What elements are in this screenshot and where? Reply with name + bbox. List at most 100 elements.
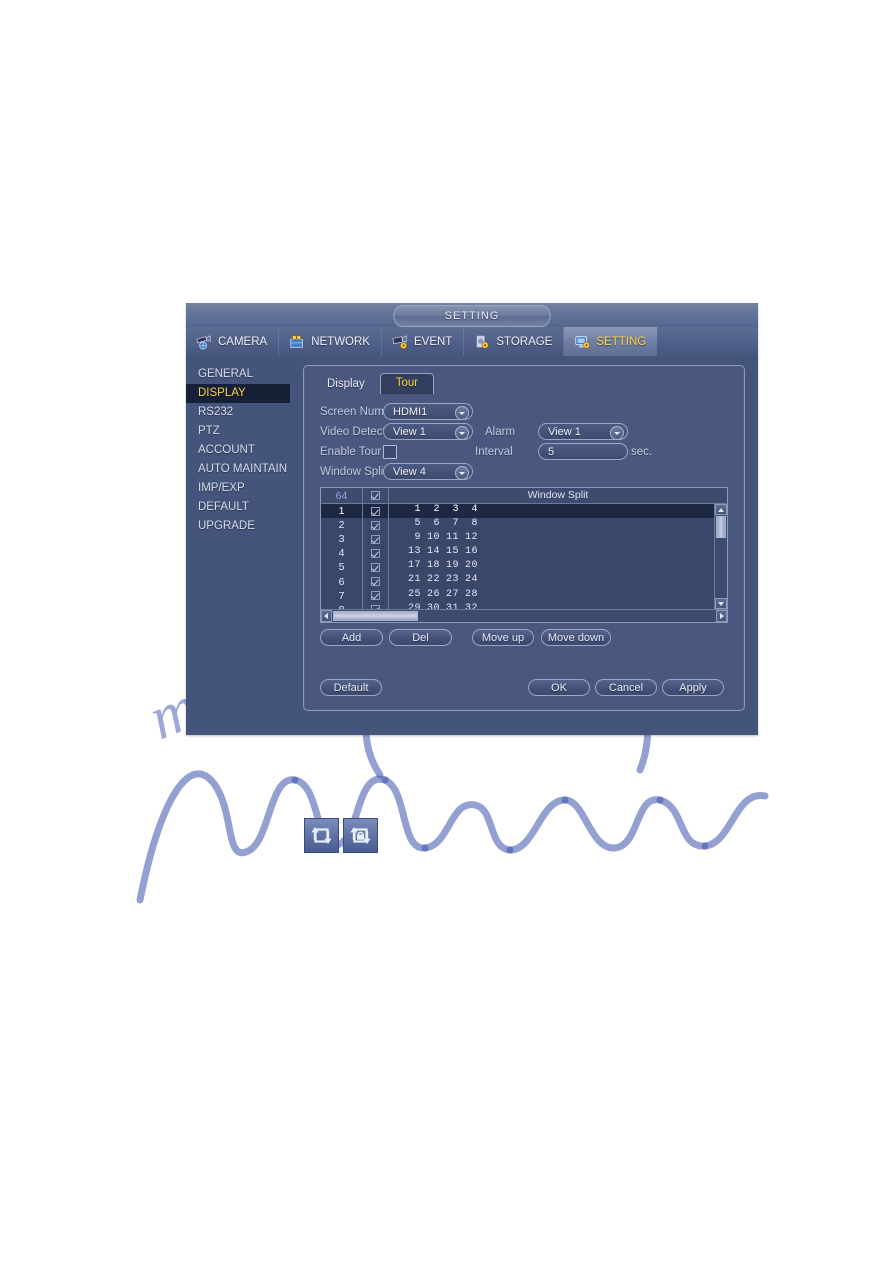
- tab-event[interactable]: EVENT: [382, 327, 465, 356]
- screen-num-select[interactable]: HDMI1: [383, 403, 473, 420]
- tab-setting[interactable]: SETTING: [564, 327, 658, 356]
- table-header-row: 64 Window Split: [321, 488, 727, 504]
- row-checkbox[interactable]: [362, 560, 389, 575]
- tab-event-label: EVENT: [413, 335, 453, 348]
- row-channels: 13 14 15 16: [407, 546, 478, 558]
- table-row[interactable]: 2 5678: [321, 518, 714, 533]
- row-channels: 25 26 27 28: [407, 588, 478, 600]
- table-row[interactable]: 6 21 22 23 24: [321, 574, 714, 589]
- move-up-button[interactable]: Move up: [472, 629, 534, 646]
- tab-storage-label: STORAGE: [496, 335, 553, 348]
- tour-locked-icon: [350, 827, 371, 844]
- row-channels: 17 18 19 20: [407, 560, 478, 572]
- tour-form: Screen Num HDMI1 Video Detect View 1 Ala…: [320, 402, 730, 482]
- row-number: 4: [338, 547, 345, 560]
- enable-tour-checkbox[interactable]: [383, 445, 397, 459]
- table-row[interactable]: 4 13 14 15 16: [321, 546, 714, 561]
- sidebar-item-default[interactable]: DEFAULT: [186, 498, 290, 517]
- tab-camera[interactable]: CAMERA: [186, 327, 280, 356]
- chevron-down-icon[interactable]: [455, 406, 469, 420]
- tab-network[interactable]: NETWORK: [279, 327, 382, 356]
- table-vertical-scrollbar[interactable]: [714, 504, 727, 609]
- scroll-right-arrow-icon[interactable]: [716, 610, 727, 622]
- main-tabstrip: CAMERA NETWORK EVENT STORAGE SETTING: [186, 327, 758, 356]
- horizontal-scroll-thumb[interactable]: [333, 611, 418, 621]
- scroll-down-arrow-icon[interactable]: [715, 598, 727, 609]
- checkmark-icon: [371, 506, 380, 516]
- table-row[interactable]: 5 17 18 19 20: [321, 560, 714, 575]
- row-screen-num: Screen Num HDMI1: [320, 402, 730, 422]
- window-split-select[interactable]: View 4: [383, 463, 473, 480]
- sidebar-item-display[interactable]: DISPLAY: [186, 384, 290, 403]
- ok-button[interactable]: OK: [528, 679, 590, 696]
- table-header-select-all[interactable]: [362, 488, 389, 503]
- inner-tabs: Display Tour: [312, 373, 435, 394]
- tab-storage[interactable]: STORAGE: [464, 327, 565, 356]
- sidebar-item-ptz[interactable]: PTZ: [186, 422, 290, 441]
- row-video-detect: Video Detect View 1 Alarm View 1: [320, 422, 730, 442]
- vertical-scroll-thumb[interactable]: [716, 516, 726, 538]
- alarm-label: Alarm: [485, 426, 516, 438]
- table-row[interactable]: 1 1234: [321, 504, 714, 519]
- default-button[interactable]: Default: [320, 679, 382, 696]
- video-detect-select[interactable]: View 1: [383, 423, 473, 440]
- screen-num-label: Screen Num: [320, 406, 384, 418]
- interval-input[interactable]: 5: [538, 443, 628, 460]
- chevron-down-icon[interactable]: [455, 466, 469, 480]
- network-icon: [290, 335, 303, 348]
- alarm-select[interactable]: View 1: [538, 423, 628, 440]
- sidebar-item-auto-maintain[interactable]: AUTO MAINTAIN: [186, 460, 290, 479]
- row-channels: 1234: [414, 504, 478, 515]
- row-enable-tour: Enable Tour Interval 5 sec.: [320, 442, 730, 462]
- row-checkbox[interactable]: [362, 518, 389, 533]
- row-channels: 9 10 11 12: [414, 532, 478, 544]
- cancel-button[interactable]: Cancel: [595, 679, 657, 696]
- sidebar-item-imp-exp[interactable]: IMP/EXP: [186, 479, 290, 498]
- sidebar-item-account[interactable]: ACCOUNT: [186, 441, 290, 460]
- setting-window: SETTING CAMERA NETWORK EVENT STORAGE SET…: [186, 303, 758, 735]
- table-body[interactable]: 1 1234 2 5678 3 9 10 11 12 4 13 14 15 16…: [321, 504, 714, 609]
- checkmark-icon: [371, 562, 380, 572]
- row-checkbox[interactable]: [362, 504, 389, 519]
- chevron-down-icon[interactable]: [455, 426, 469, 440]
- row-checkbox[interactable]: [362, 546, 389, 561]
- window-titlebar: SETTING: [186, 303, 758, 328]
- row-checkbox[interactable]: [362, 588, 389, 603]
- page-icon-row: [304, 818, 378, 853]
- tab-tour[interactable]: Tour: [379, 373, 435, 394]
- storage-icon: [476, 334, 489, 349]
- tab-camera-label: CAMERA: [218, 335, 268, 348]
- delete-button[interactable]: Del: [389, 629, 452, 646]
- table-row[interactable]: 3 9 10 11 12: [321, 532, 714, 547]
- sidebar-item-general[interactable]: GENERAL: [186, 365, 290, 384]
- window-split-table: 64 Window Split 1 1234 2 5678 3 9 10 11 …: [320, 487, 728, 623]
- tab-display[interactable]: Display: [312, 374, 380, 394]
- tab-setting-label: SETTING: [596, 335, 647, 348]
- scroll-up-arrow-icon[interactable]: [715, 504, 727, 515]
- row-number: 2: [338, 519, 345, 532]
- checkmark-icon: [371, 591, 380, 601]
- enable-tour-label: Enable Tour: [320, 446, 382, 458]
- tour-cycle-icon-box: [304, 818, 339, 853]
- interval-unit-label: sec.: [631, 446, 653, 458]
- scroll-left-arrow-icon[interactable]: [321, 610, 332, 622]
- row-number: 6: [338, 575, 345, 588]
- row-number: 7: [338, 589, 345, 602]
- chevron-down-icon[interactable]: [610, 426, 624, 440]
- camera-icon: [196, 334, 211, 349]
- tab-network-label: NETWORK: [311, 335, 370, 348]
- add-button[interactable]: Add: [320, 629, 383, 646]
- window-split-value: View 4: [393, 466, 426, 478]
- screen-num-value: HDMI1: [393, 406, 428, 418]
- table-row[interactable]: 7 25 26 27 28: [321, 588, 714, 603]
- row-checkbox[interactable]: [362, 532, 389, 547]
- sidebar-item-rs232[interactable]: RS232: [186, 403, 290, 422]
- table-horizontal-scrollbar[interactable]: [321, 609, 727, 622]
- apply-button[interactable]: Apply: [662, 679, 724, 696]
- row-checkbox[interactable]: [362, 574, 389, 589]
- tour-locked-icon-box: [343, 818, 378, 853]
- move-down-button[interactable]: Move down: [541, 629, 611, 646]
- sidebar-item-upgrade[interactable]: UPGRADE: [186, 517, 290, 536]
- checkmark-icon: [371, 491, 380, 500]
- checkmark-icon: [371, 548, 380, 558]
